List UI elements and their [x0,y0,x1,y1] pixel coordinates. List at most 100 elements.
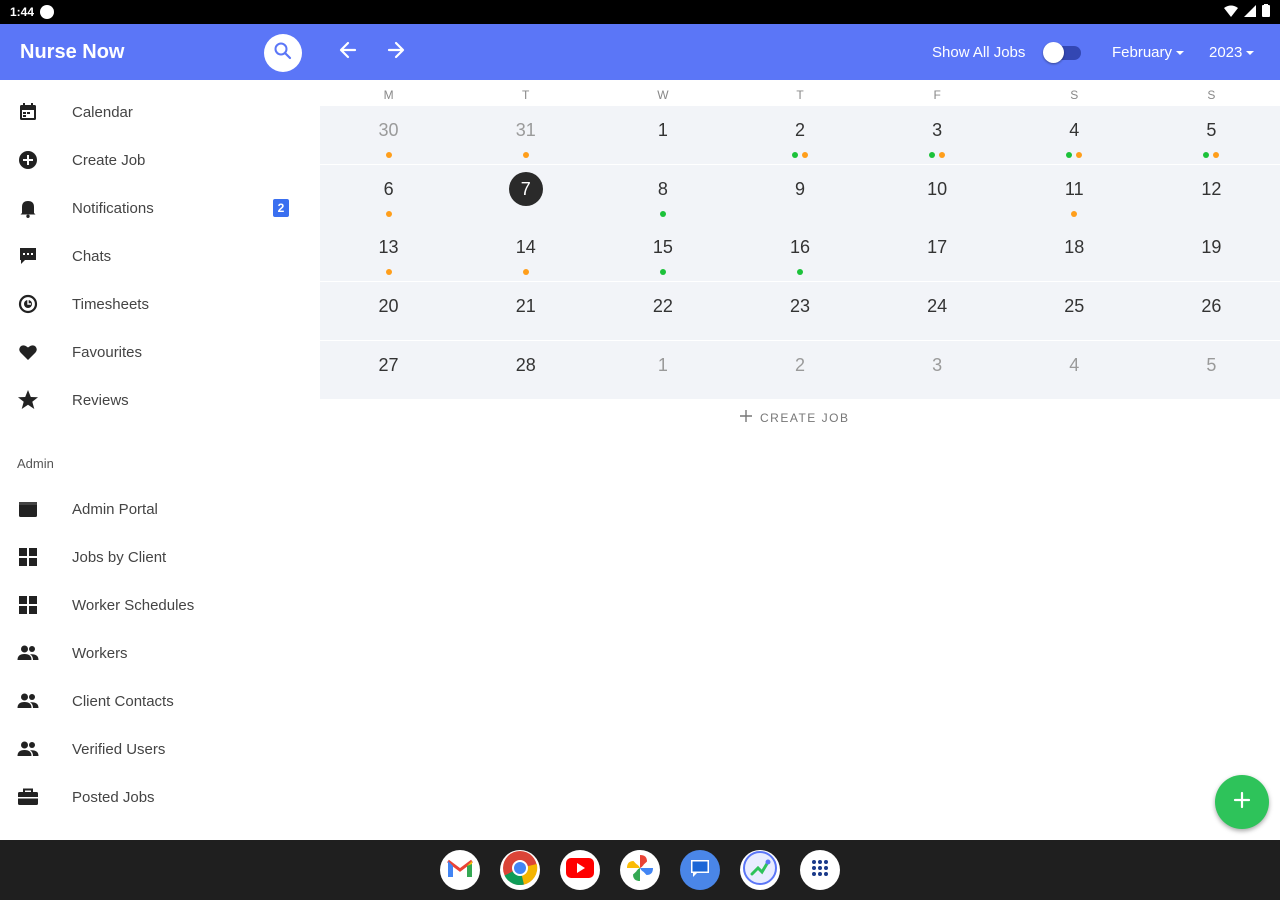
calendar-day[interactable]: 5 [1143,341,1280,399]
photos-app-button[interactable] [620,850,660,890]
calendar-day[interactable]: 2 [731,341,868,399]
sidebar-item-label: Posted Jobs [72,788,155,806]
calendar-day[interactable]: 10 [869,165,1006,223]
sidebar-item-favourites[interactable]: Favourites [0,328,320,376]
sidebar-item-admin-portal[interactable]: Admin Portal [0,485,320,533]
sidebar-item-label: Reviews [72,391,129,409]
calendar-day-number: 2 [794,120,805,140]
calendar-day[interactable]: 19 [1143,223,1280,281]
sidebar-item-label: Jobs by Client [72,548,167,566]
calendar-day[interactable]: 3 [869,341,1006,399]
sidebar-item-workers[interactable]: Workers [0,629,320,677]
calendar-day[interactable]: 8 [594,165,731,223]
sidebar-item-jobs-by-client[interactable]: Jobs by Client [0,533,320,581]
green-job-dot [791,152,798,158]
previous-month-button[interactable] [334,38,362,66]
job-indicator-dots [1006,210,1143,217]
calendar-day[interactable]: 22 [594,282,731,340]
calendar-day[interactable]: 15 [594,223,731,281]
calendar-day[interactable]: 12 [1143,165,1280,223]
messages-app-button[interactable] [680,850,720,890]
status-icons [1224,4,1270,20]
calendar-day[interactable]: 30 [320,106,457,164]
year-select[interactable]: 2023 [1209,44,1255,61]
calendar-day[interactable]: 26 [1143,282,1280,340]
search-button[interactable] [264,34,302,72]
sidebar-item-verified-users[interactable]: Verified Users [0,725,320,773]
calendar-day[interactable]: 4 [1006,106,1143,164]
nurse-now-icon [743,850,777,890]
calendar-day[interactable]: 13 [320,223,457,281]
gmail-app-button[interactable] [440,850,480,890]
sidebar-item-worker-schedules[interactable]: Worker Schedules [0,581,320,629]
calendar-day-number: 1 [657,354,668,375]
add-job-fab[interactable] [1215,775,1269,829]
calendar-day[interactable]: 27 [320,341,457,399]
calendar-day[interactable]: 4 [1006,341,1143,399]
calendar-day[interactable]: 3 [869,106,1006,164]
nurse-now-app-button[interactable] [740,850,780,890]
calendar-day[interactable]: 24 [869,282,1006,340]
calendar-day[interactable]: 2 [731,106,868,164]
calendar-icon [17,101,39,123]
calendar-day-number: 4 [1069,354,1080,375]
green-job-dot [659,210,666,217]
calendar-day[interactable]: 5 [1143,106,1280,164]
calendar-day[interactable]: 23 [731,282,868,340]
calendar-day-number: 27 [378,354,399,375]
calendar-day[interactable]: 1 [594,106,731,164]
calendar-day[interactable]: 28 [457,341,594,399]
youtube-app-button[interactable] [560,850,600,890]
sidebar-item-label: Calendar [72,103,133,121]
calendar-day[interactable]: 20 [320,282,457,340]
next-month-button[interactable] [382,38,410,66]
calendar-day[interactable]: 14 [457,223,594,281]
orange-job-dot [385,269,392,275]
sidebar-item-label: Client Contacts [72,692,174,710]
weekday-label: S [1070,88,1079,102]
calendar-week-row: 20 21 22 23 24 25 26 [320,281,1280,340]
app-bar: Nurse Now Show All Jobs February 2023 [0,24,1280,80]
sidebar-item-timesheets[interactable]: Timesheets [0,280,320,328]
sidebar-item-posted-jobs[interactable]: Posted Jobs [0,773,320,821]
sidebar-item-calendar[interactable]: Calendar [0,88,320,136]
calendar-day[interactable]: 16 [731,223,868,281]
create-job-link[interactable]: CREATE JOB [740,410,849,425]
job-indicator-dots [594,269,731,275]
calendar-day[interactable]: 6 [320,165,457,223]
year-value: 2023 [1209,44,1243,61]
navigation-drawer: Calendar Create Job Notifications 2 Chat… [0,80,320,840]
calendar-week-row: 27 28 1 2 3 4 5 [320,340,1280,399]
calendar-day-today[interactable]: 7 [457,165,594,223]
sidebar-item-chats[interactable]: Chats [0,232,320,280]
show-all-jobs-toggle[interactable] [1043,42,1081,63]
show-all-jobs-label: Show All Jobs [932,44,1026,61]
people-icon [17,690,39,712]
month-select[interactable]: February [1112,44,1185,61]
calendar-day[interactable]: 18 [1006,223,1143,281]
calendar-day[interactable]: 25 [1006,282,1143,340]
sidebar-item-notifications[interactable]: Notifications 2 [0,184,320,232]
calendar-day[interactable]: 9 [731,165,868,223]
job-indicator-dots [457,152,594,158]
calendar-day[interactable]: 1 [594,341,731,399]
plus-icon [740,410,752,425]
star-icon [17,389,39,411]
sidebar-item-create-job[interactable]: Create Job [0,136,320,184]
calendar-day[interactable]: 31 [457,106,594,164]
calendar-day-number: 9 [794,178,805,199]
calendar-day-number: 13 [378,237,399,257]
chrome-app-button[interactable] [500,850,540,890]
app-drawer-button[interactable] [800,850,840,890]
calendar-day[interactable]: 17 [869,223,1006,281]
sidebar-item-reviews[interactable]: Reviews [0,376,320,424]
job-indicator-dots [869,152,1006,158]
wifi-icon [1224,5,1238,20]
calendar-week-row: 13 14 15 16 17 18 19 [320,223,1280,281]
sidebar-item-client-contacts[interactable]: Client Contacts [0,677,320,725]
calendar-day[interactable]: 21 [457,282,594,340]
weekday-label: T [522,88,530,102]
calendar-day[interactable]: 11 [1006,165,1143,223]
app-drawer-icon [811,859,829,882]
calendar-day-number: 8 [657,178,668,199]
